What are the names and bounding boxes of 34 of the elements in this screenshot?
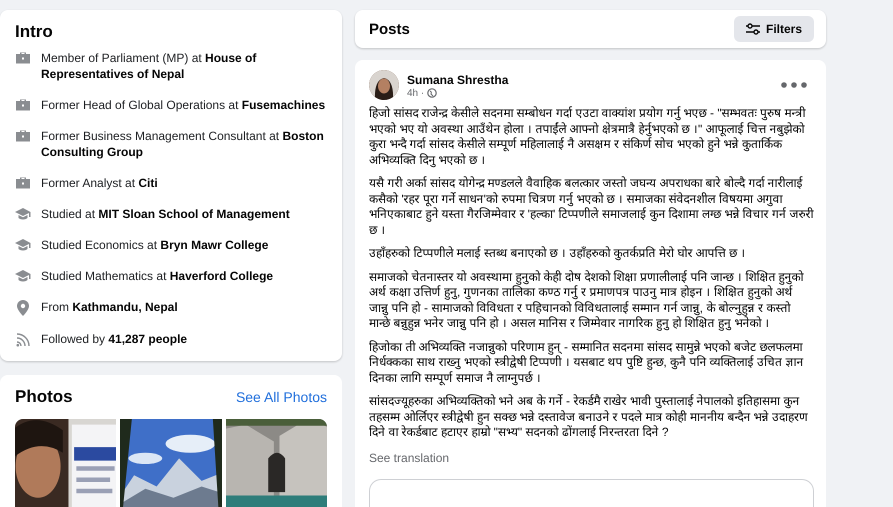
post-paragraph: यसै गरी अर्का सांसद योगेन्द्र मण्डलले वैवाहिक बलत्कार जस्तो जघन्य अपराधका बारे बोल्दै गर्दा नारीलाई कसैको 'रहर पूरा गर्ने साधन'को रुपमा चित्रण गर्नु भएको छ । समाजका संवेदनशील विषयमा अगुवा भनिएकाबाट हुने यस्ता गैरजिम्मेवार र 'हल्का' टिप्पणीले समाजलाई कुन दिशामा लग्छ भन्ने विचार गर्न जरुरी छ ।: [369, 176, 814, 238]
section-title: Posts: [369, 20, 410, 38]
location-pin-icon: [16, 300, 30, 316]
intro-text: Member of Parliament (MP) at House of Representatives of Nepal: [41, 50, 258, 82]
post-paragraph: समाजको चेतनास्तर यो अवस्थामा हुनुको केही दोष देशको शिक्षा प्रणालीलाई पनि जान्छ । शिक्षित हुनुको अर्थ कक्षा उत्तिर्ण हुनु, गुणनका तालिका कण्ठ गर्नु र प्रमाणपत्र पाउनु मात्र होइन । शिक्षित हुनुको अर्थ जान्नु पनि हो - सामाजको विविधता र पहिचानको विविधतालाई सम्मान गर्न जान्नु, के बोल्नुहुन्न र कस्तो मान्छे बन्नुहुन्न भनेर जान्नु पनि हो । असल मानिस र जिम्मेवार नागरिक हुनु हो शिक्षित हुनु भनेको ।: [369, 270, 805, 332]
section-title: Photos: [15, 387, 73, 407]
graduation-cap-icon: [15, 207, 31, 221]
graduation-cap-icon: [15, 269, 31, 283]
intro-text: Former Analyst at Citi: [41, 175, 158, 191]
briefcase-icon: [15, 51, 31, 65]
intro-text: From Kathmandu, Nepal: [41, 299, 178, 315]
section-title: Intro: [15, 22, 54, 42]
intro-text: Studied Economics at Bryn Mawr College: [41, 237, 268, 253]
post-paragraph: हिजो सांसद राजेन्द्र केसीले सदनमा सम्बोधन गर्दा एउटा वाक्यांश प्रयोग गर्नु भएछ - "सम्भवतः पुरुष मन्त्री भएको भए यो अवस्था आउँथेन होला । तपाईंले आफ्नो क्षेत्रमात्रै हेर्नुभएको छ ।" आफूलाई चित्त नबुझेको कुरा भन्दै गर्दा सांसद केसीले सम्पूर्ण महिलालाई नै असक्षम र संकिर्ण सोच भएको हुने भन्ने कुतार्किक अभिव्यक्ति दिनु भएको छ ।: [369, 106, 807, 168]
intro-text: Studied at MIT Sloan School of Management: [41, 206, 290, 222]
rss-icon: [16, 332, 30, 347]
sliders-icon: [746, 23, 760, 35]
intro-text: Former Head of Global Operations at Fusemachines: [41, 97, 326, 113]
briefcase-icon: [15, 176, 31, 190]
post-paragraph: सांसदज्यूहरुका अभिव्यक्तिको भने अब के गर्ने - रेकर्डमै राखेर भावी पुस्तालाई नेपालको इतिहासमा कुन तहसम्म ओर्लिएर स्त्रीद्वेषी हुन सक्छ भन्ने दस्तावेज बनाउने र पदले मात्र कोही माननीय बन्दैन भन्ने उदाहरण दिने वा रेकर्डबाट हटाएर हाम्रो "सभ्य" सदनको ढोंगलाई निरन्तरता दिने ?: [369, 394, 810, 440]
see-all-photos-link[interactable]: See All Photos: [236, 389, 327, 405]
post-time[interactable]: 4h ·: [407, 88, 424, 98]
graduation-cap-icon: [15, 238, 31, 252]
filters-button[interactable]: Filters: [734, 16, 814, 42]
briefcase-icon: [15, 129, 31, 143]
post-paragraph: हिजोका ती अभिव्यक्ति नजान्नुको परिणाम हुन् - सम्मानित सदनमा सांसद सामुन्ने भएको बजेट छलफलमा निर्धक्कका साथ राख्नु भएको स्त्रीद्वेषी टिप्पणी । यसबाट थप पुष्टि हुन्छ, कुनै पनि व्यक्तिलाई उचित ज्ञान दिनका लागि सम्पूर्ण समाज नै लाग्नुपर्छ ।: [369, 340, 804, 386]
intro-text: Followed by 41,287 people: [41, 331, 188, 347]
avatar[interactable]: [369, 70, 399, 100]
briefcase-icon: [15, 98, 31, 112]
see-translation-link[interactable]: See translation: [369, 450, 450, 464]
intro-text: Studied Mathematics at Haverford College: [41, 268, 274, 284]
author-name[interactable]: Sumana Shrestha: [407, 72, 508, 88]
post-paragraph: उहाँहरुको टिप्पणीले मलाई स्तब्ध बनाएको छ । उहाँहरुको कुतर्कप्रति मेरो घोर आपत्ति छ ।: [369, 246, 746, 262]
intro-text: Former Business Management Consultant at Boston Consulting Group: [41, 128, 325, 160]
